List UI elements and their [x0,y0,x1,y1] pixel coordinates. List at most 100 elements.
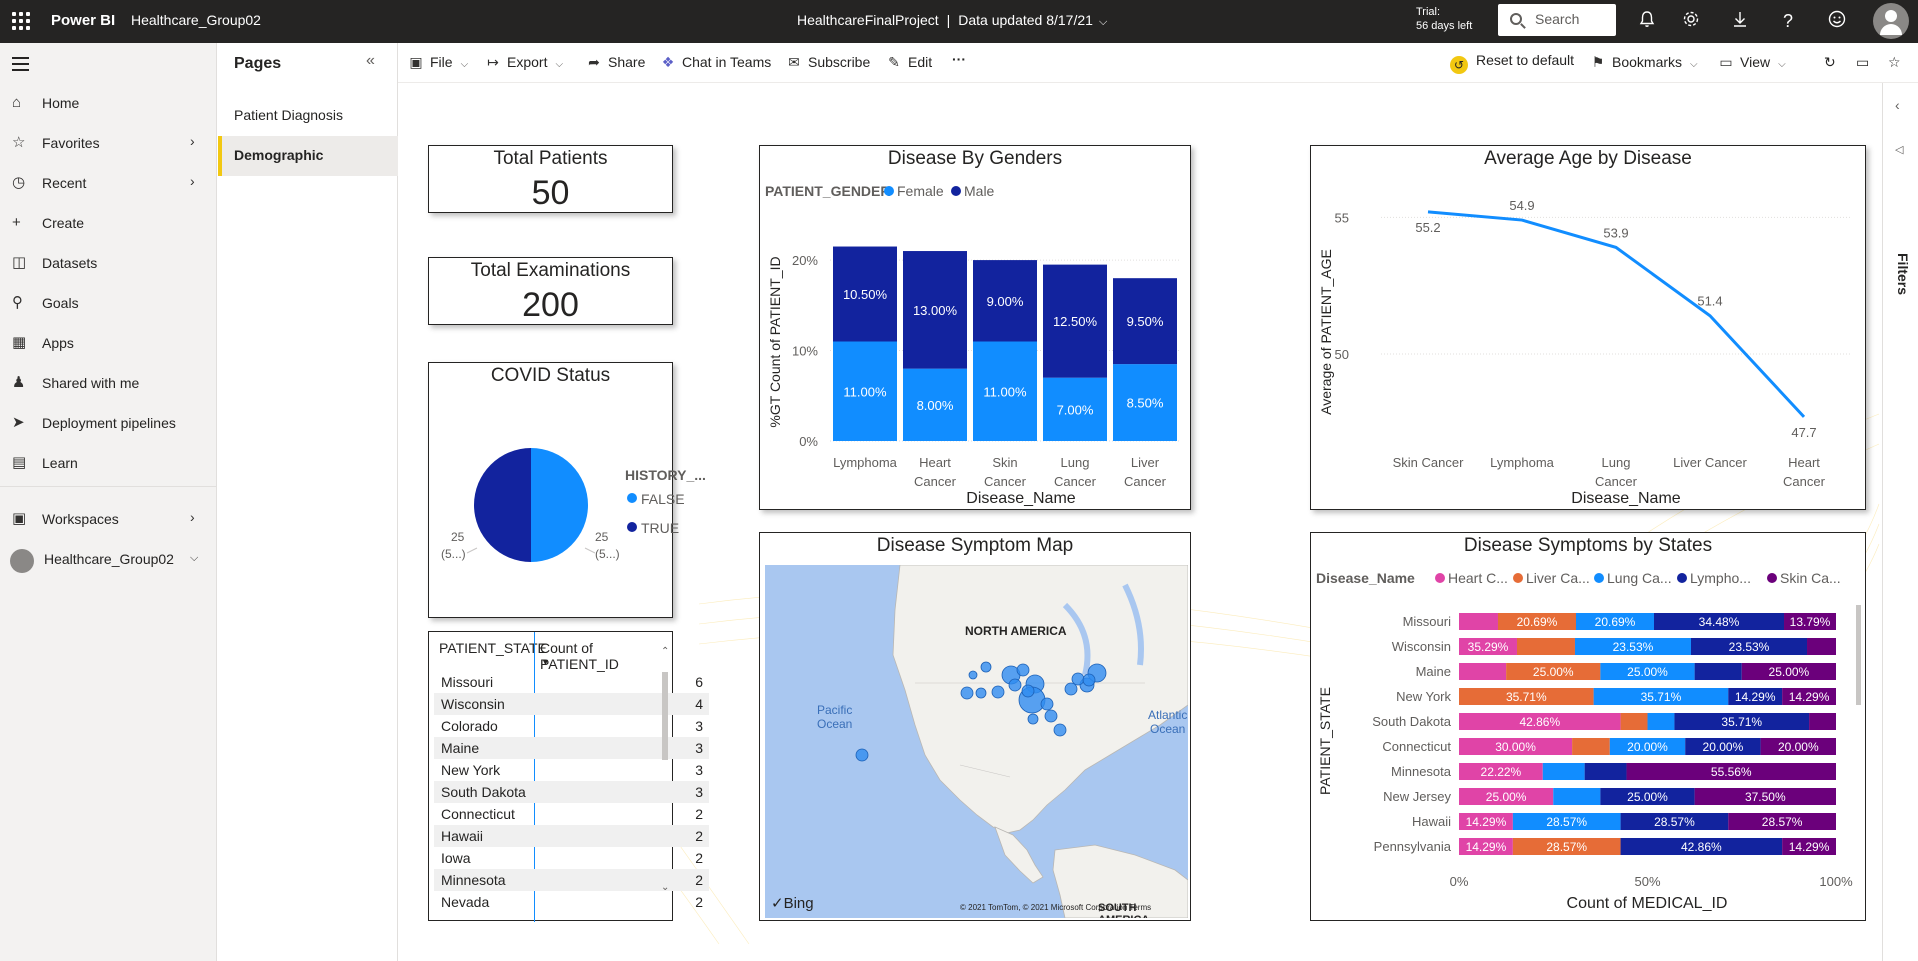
map-bubble[interactable] [1064,682,1078,696]
table-row[interactable]: South Dakota 3 [434,781,709,803]
report-title-area[interactable]: HealthcareFinalProject | Data updated 8/17… [797,12,1107,29]
line-series[interactable] [1427,210,1806,418]
bar-segment[interactable] [1694,663,1742,680]
map-bubble[interactable] [1082,673,1096,687]
trial-status[interactable]: Trial: 56 days left [1416,5,1472,33]
map-bubble[interactable] [1044,709,1058,723]
search-box[interactable]: Search [1498,4,1616,36]
table-row[interactable]: New York 3 [434,759,709,781]
map-bubble[interactable] [855,748,869,762]
chevron-left-icon[interactable]: ‹ [1895,97,1900,113]
user-avatar[interactable] [1873,3,1909,39]
nav-datasets[interactable]: ◫ Datasets [0,245,216,281]
map-bubble[interactable] [968,670,978,680]
disease-symptoms-by-states-visual[interactable]: Disease Symptoms by States Disease_Name H… [1310,532,1866,921]
sort-descending-icon[interactable]: ▼ [541,657,550,667]
bar-segment[interactable] [1516,638,1575,655]
bar-segment[interactable] [1542,763,1585,780]
map-bubble[interactable] [1040,697,1054,711]
average-age-visual[interactable]: Average Age by Disease 50 55 Average of PA… [1310,145,1866,510]
export-menu[interactable]: ↦ Export ⌵ [485,54,563,71]
refresh-icon[interactable]: ↻ [1824,54,1836,71]
scroll-down-icon[interactable]: ⌄ [661,882,669,893]
chevron-right-icon[interactable]: › [190,133,195,149]
table-row[interactable]: Iowa 2 [434,847,709,869]
legend-item[interactable]: Female [897,183,944,199]
legend-item[interactable]: Liver Ca... [1526,570,1590,586]
bar-segment[interactable] [1809,713,1836,730]
brand-name[interactable]: Power BI [51,12,115,29]
chevron-down-icon[interactable]: ⌵ [1099,16,1107,29]
map-bubble[interactable] [1008,678,1022,692]
table-row[interactable]: Connecticut 2 [434,803,709,825]
nav-deployment-pipelines[interactable]: ➤ Deployment pipelines [0,405,216,441]
map-bubble[interactable] [1027,713,1039,725]
favorite-star-icon[interactable]: ☆ [1888,54,1901,71]
scroll-up-icon[interactable]: ⌃ [661,646,669,657]
bar-segment[interactable] [1572,738,1610,755]
map-bubble[interactable] [1071,672,1085,686]
map-bubble[interactable] [975,687,987,699]
feedback-smiley-icon[interactable] [1825,9,1849,33]
map-bubble[interactable] [1053,723,1067,737]
nav-apps[interactable]: ▦ Apps [0,325,216,361]
legend-item[interactable]: Heart C... [1448,570,1508,586]
legend-item[interactable]: Male [964,183,995,199]
patient-state-table[interactable]: PATIENT_STATE Count of PATIENT_ID ▼ Miss… [428,631,709,922]
gear-icon[interactable] [1679,9,1703,33]
chevron-right-icon[interactable]: › [190,509,195,525]
app-launcher-icon[interactable] [12,12,30,30]
table-scrollbar[interactable] [662,672,668,760]
collapse-pane-icon[interactable]: « [366,52,375,70]
bar-segment[interactable] [1620,713,1648,730]
column-header-state[interactable]: PATIENT_STATE [439,640,547,656]
nav-favorites[interactable]: ☆ Favorites › [0,125,216,161]
more-options-icon[interactable]: ··· [952,51,966,67]
download-icon[interactable] [1728,9,1752,33]
nav-home[interactable]: ⌂ Home [0,85,216,121]
table-row[interactable]: Hawaii 2 [434,825,709,847]
map-area[interactable]: NORTH AMERICA Pacific Ocean Atlantic Ocean… [765,565,1188,918]
map-bubble[interactable] [980,661,992,673]
help-icon[interactable]: ? [1776,9,1800,33]
disease-symptom-map-visual[interactable]: Disease Symptom Map NORTH AMERICA Pacifi… [759,532,1191,921]
legend-item[interactable]: Lung Ca... [1607,570,1672,586]
subscribe-button[interactable]: ✉ Subscribe [786,54,870,71]
pie-slice-true[interactable] [474,448,531,562]
legend-item[interactable]: Skin Ca... [1780,570,1841,586]
bar-segment[interactable] [1459,613,1498,630]
bookmarks-menu[interactable]: ⚑ Bookmarks ⌵ [1590,54,1698,71]
bar-segment[interactable] [1553,788,1601,805]
total-examinations-card[interactable]: Total Examinations 200 [428,257,673,325]
filters-pane[interactable]: ‹ ◁ Filters [1882,83,1918,961]
nav-recent[interactable]: ◷ Recent › [0,165,216,201]
legend-true[interactable]: TRUE [641,520,679,536]
bar-segment[interactable] [1807,638,1836,655]
chat-in-teams-button[interactable]: ❖ Chat in Teams [660,54,772,71]
disease-by-genders-visual[interactable]: Disease By Genders PATIENT_GENDER Female M… [759,145,1191,510]
map-bubble[interactable] [960,686,974,700]
view-menu[interactable]: ▭ View ⌵ [1718,54,1785,71]
chevron-down-icon[interactable]: ⌵ [190,552,198,565]
edit-button[interactable]: ✎ Edit [886,54,932,71]
map-bubble[interactable] [1021,684,1035,698]
nav-current-workspace[interactable]: Healthcare_Group02 ⌵ [0,541,216,577]
column-header-count[interactable]: Count of PATIENT_ID [540,640,672,672]
legend-false[interactable]: FALSE [641,491,685,507]
table-row[interactable]: Nevada 2 [434,891,709,913]
map-bubble[interactable] [991,685,1005,699]
file-menu[interactable]: ▣ File ⌵ [408,54,468,71]
nav-create[interactable]: + Create [0,205,216,241]
share-button[interactable]: ➦ Share [586,54,645,71]
bar-segment[interactable] [1584,763,1627,780]
nav-learn[interactable]: ▤ Learn [0,445,216,481]
bar-segment[interactable] [1647,713,1675,730]
page-tab-patient-diagnosis[interactable]: Patient Diagnosis [218,96,398,136]
bell-icon[interactable] [1635,9,1659,33]
total-patients-card[interactable]: Total Patients 50 [428,145,673,213]
legend-item[interactable]: Lympho... [1690,570,1751,586]
covid-status-visual[interactable]: COVID Status HISTORY_... FALSE TRUE 25 (… [428,362,706,618]
comment-icon[interactable]: ▭ [1856,54,1869,71]
nav-goals[interactable]: ⚲ Goals [0,285,216,321]
chevron-right-icon[interactable]: › [190,173,195,189]
